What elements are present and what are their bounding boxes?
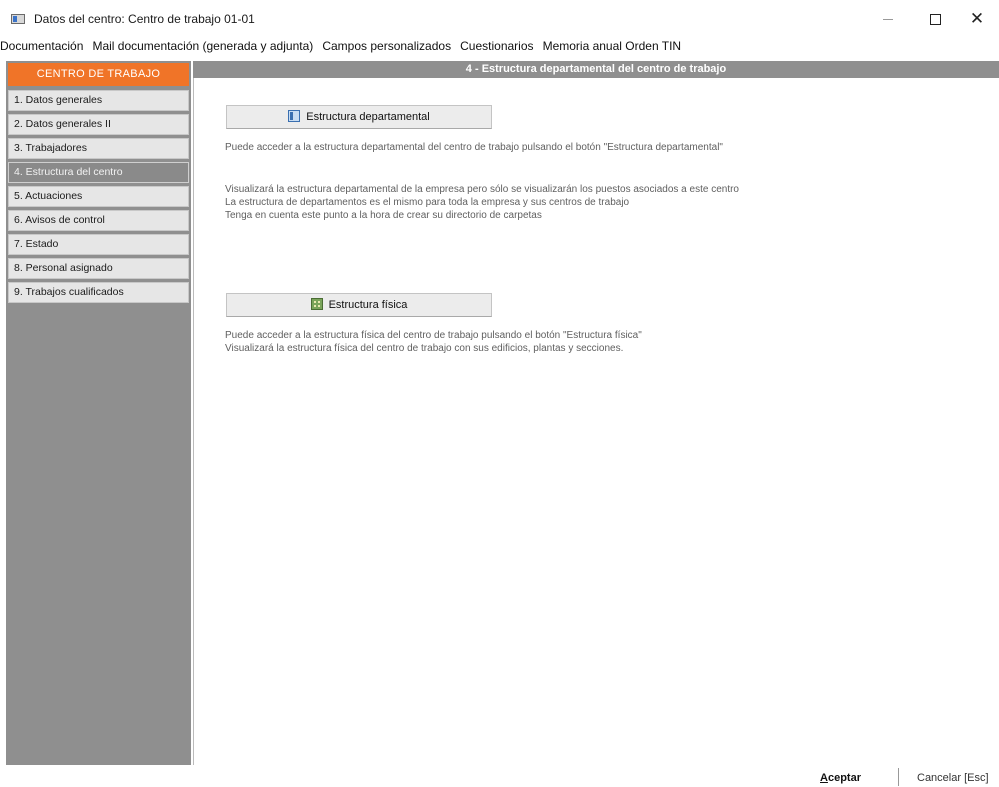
menu-bar: Documentación Mail documentación (genera… xyxy=(0,37,999,57)
menu-cuestionarios[interactable]: Cuestionarios xyxy=(457,37,536,56)
estructura-departamental-label: Estructura departamental xyxy=(306,111,430,123)
section-body: Estructura departamental Puede acceder a… xyxy=(193,78,999,765)
maximize-icon xyxy=(929,13,941,25)
phys-help-text-2: Visualizará la estructura física del cen… xyxy=(225,343,624,354)
app-icon xyxy=(11,14,25,24)
minimize-button[interactable] xyxy=(865,4,911,34)
sidebar-item-trabajos-cualificados[interactable]: 9. Trabajos cualificados xyxy=(8,282,189,303)
aceptar-label: ceptar xyxy=(827,772,861,784)
sidebar-item-estructura-centro[interactable]: 4. Estructura del centro xyxy=(8,162,189,183)
aceptar-mnemonic: A xyxy=(820,772,828,784)
sidebar-item-datos-generales-ii[interactable]: 2. Datos generales II xyxy=(8,114,189,135)
sidebar-item-personal-asignado[interactable]: 8. Personal asignado xyxy=(8,258,189,279)
aceptar-button[interactable]: Aceptar xyxy=(820,769,861,787)
sidebar-header[interactable]: CENTRO DE TRABAJO xyxy=(8,63,189,86)
menu-mail-documentacion[interactable]: Mail documentación (generada y adjunta) xyxy=(89,37,316,56)
section-header: 4 - Estructura departamental del centro … xyxy=(193,61,999,78)
window-title: Datos del centro: Centro de trabajo 01-0… xyxy=(34,12,255,26)
main-panel: 4 - Estructura departamental del centro … xyxy=(193,61,999,765)
sidebar-item-datos-generales[interactable]: 1. Datos generales xyxy=(8,90,189,111)
dept-help-text-4: Tenga en cuenta este punto a la hora de … xyxy=(225,210,542,221)
menu-memoria-anual[interactable]: Memoria anual Orden TIN xyxy=(540,37,685,56)
close-icon: ✕ xyxy=(969,9,985,28)
sidebar-item-trabajadores[interactable]: 3. Trabajadores xyxy=(8,138,189,159)
sidebar-item-actuaciones[interactable]: 5. Actuaciones xyxy=(8,186,189,207)
dept-help-text-3: La estructura de departamentos es el mis… xyxy=(225,197,630,208)
menu-documentacion[interactable]: Documentación xyxy=(0,37,86,56)
title-bar: Datos del centro: Centro de trabajo 01-0… xyxy=(0,0,999,36)
org-structure-icon xyxy=(288,110,301,122)
estructura-fisica-button[interactable]: Estructura física xyxy=(226,293,492,317)
estructura-departamental-button[interactable]: Estructura departamental xyxy=(226,105,492,129)
dept-help-text-1: Puede acceder a la estructura departamen… xyxy=(225,142,723,153)
sidebar-list: 1. Datos generales 2. Datos generales II… xyxy=(8,90,189,306)
menu-campos-personalizados[interactable]: Campos personalizados xyxy=(319,37,454,56)
cancelar-button[interactable]: Cancelar [Esc] xyxy=(917,769,989,787)
minimize-icon xyxy=(883,18,893,20)
dept-help-text-2: Visualizará la estructura departamental … xyxy=(225,184,739,195)
maximize-button[interactable] xyxy=(912,4,958,34)
phys-help-text-1: Puede acceder a la estructura física del… xyxy=(225,330,642,341)
footer-separator xyxy=(898,768,899,786)
footer-bar: Aceptar Cancelar [Esc] xyxy=(0,765,999,787)
sidebar: CENTRO DE TRABAJO 1. Datos generales 2. … xyxy=(6,61,191,765)
estructura-fisica-label: Estructura física xyxy=(328,299,408,311)
building-icon xyxy=(310,298,323,310)
sidebar-item-avisos-control[interactable]: 6. Avisos de control xyxy=(8,210,189,231)
sidebar-item-estado[interactable]: 7. Estado xyxy=(8,234,189,255)
close-button[interactable]: ✕ xyxy=(954,4,999,34)
